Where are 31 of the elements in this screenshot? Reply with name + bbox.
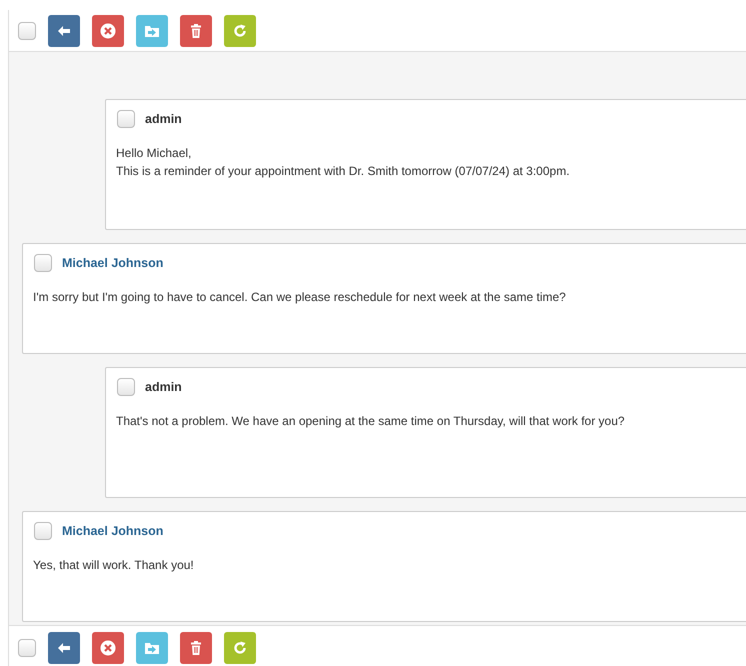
refresh-button[interactable] bbox=[224, 14, 256, 46]
refresh-icon bbox=[232, 22, 248, 38]
sender-name: admin bbox=[145, 110, 182, 128]
close-button[interactable] bbox=[92, 632, 124, 664]
checkbox[interactable] bbox=[117, 110, 135, 128]
delete-button[interactable] bbox=[180, 632, 212, 664]
back-button[interactable] bbox=[48, 632, 80, 664]
trash-icon bbox=[188, 22, 204, 38]
sender-name: Michael Johnson bbox=[62, 254, 164, 272]
checkbox[interactable] bbox=[34, 254, 52, 272]
sender-name: admin bbox=[145, 378, 182, 396]
sender-name: Michael Johnson bbox=[62, 522, 164, 540]
checkbox[interactable] bbox=[18, 638, 36, 656]
message-text: Hello Michael, bbox=[116, 146, 192, 160]
checkbox[interactable] bbox=[18, 22, 36, 40]
move-button[interactable] bbox=[136, 14, 168, 46]
delete-button[interactable] bbox=[180, 14, 212, 46]
message-text: Yes, that will work. Thank you! bbox=[33, 558, 194, 572]
checkbox[interactable] bbox=[117, 378, 135, 396]
message-text: That's not a problem. We have an opening at the same time on Thursday, will that work for you? bbox=[116, 414, 625, 428]
trash-icon bbox=[188, 640, 204, 656]
refresh-button[interactable] bbox=[224, 632, 256, 664]
refresh-icon bbox=[232, 640, 248, 656]
move-button[interactable] bbox=[136, 632, 168, 664]
message-text: I'm sorry but I'm going to have to cancel. Can we please reschedule for next week at the same time? bbox=[33, 290, 566, 304]
checkbox[interactable] bbox=[34, 522, 52, 540]
message-text: This is a reminder of your appointment with Dr. Smith tomorrow (07/07/24) at 3:00pm. bbox=[116, 164, 570, 178]
close-icon bbox=[100, 22, 116, 38]
close-icon bbox=[100, 640, 116, 656]
back-button[interactable] bbox=[48, 14, 80, 46]
close-button[interactable] bbox=[92, 14, 124, 46]
